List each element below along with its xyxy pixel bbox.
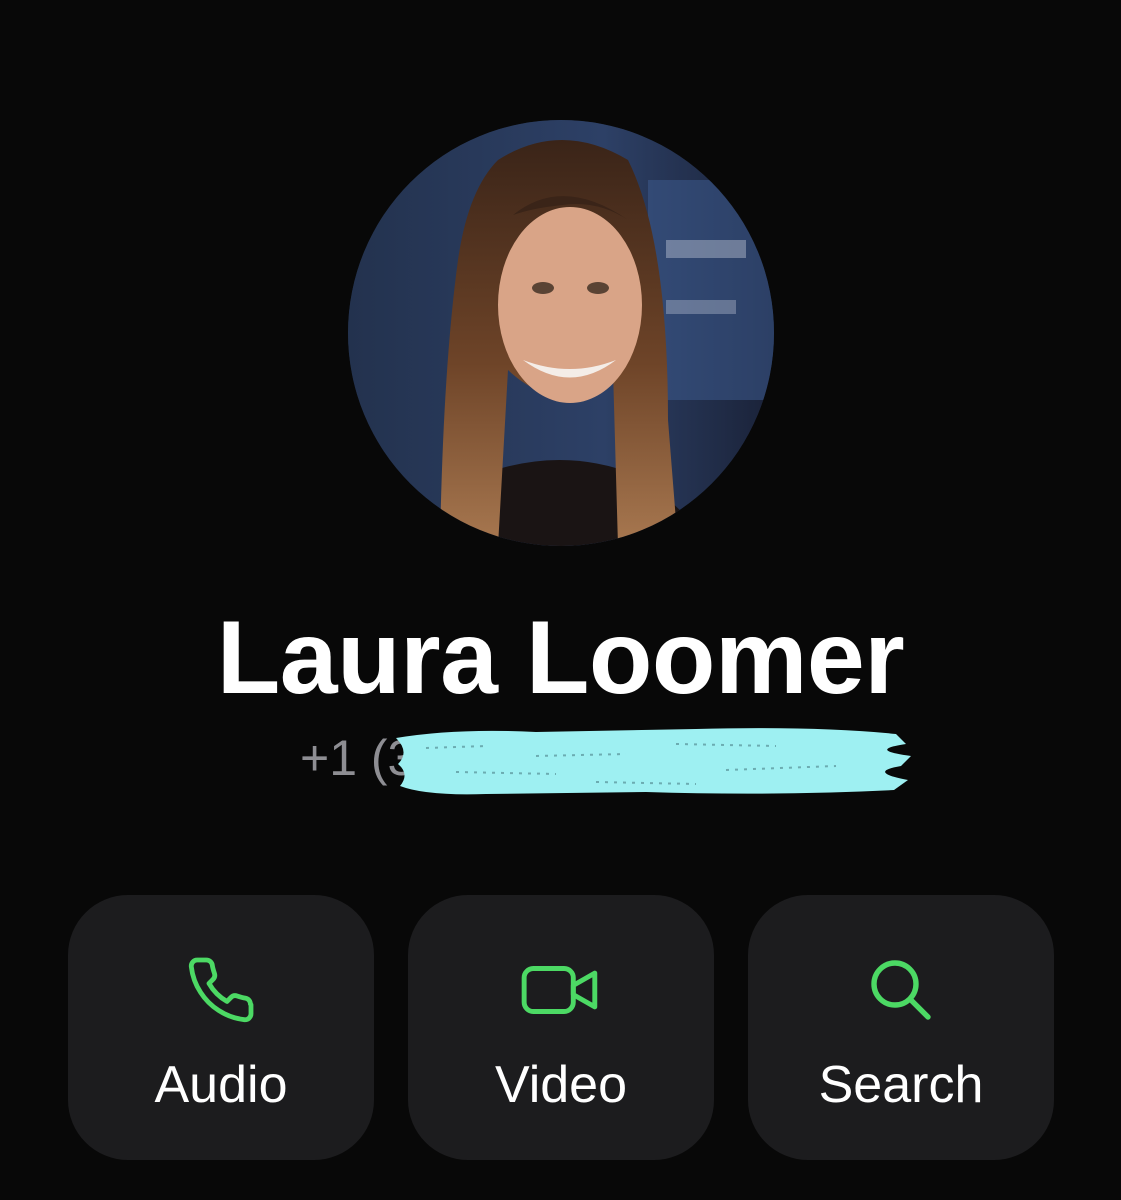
video-camera-icon	[408, 955, 714, 1025]
contact-avatar[interactable]	[348, 120, 774, 546]
search-button[interactable]: Search	[748, 895, 1054, 1160]
search-label: Search	[818, 1056, 984, 1114]
action-buttons: Audio Video Search	[0, 895, 1121, 1160]
search-icon	[748, 955, 1054, 1025]
avatar-photo	[348, 120, 774, 546]
audio-call-button[interactable]: Audio	[68, 895, 374, 1160]
audio-label: Audio	[154, 1056, 288, 1114]
video-label: Video	[494, 1056, 628, 1114]
phone-icon	[68, 955, 374, 1025]
redaction-mark	[396, 728, 911, 795]
video-call-button[interactable]: Video	[408, 895, 714, 1160]
phone-number-row[interactable]: +1 (3	[300, 718, 940, 808]
contact-name: Laura Loomer	[216, 600, 905, 716]
